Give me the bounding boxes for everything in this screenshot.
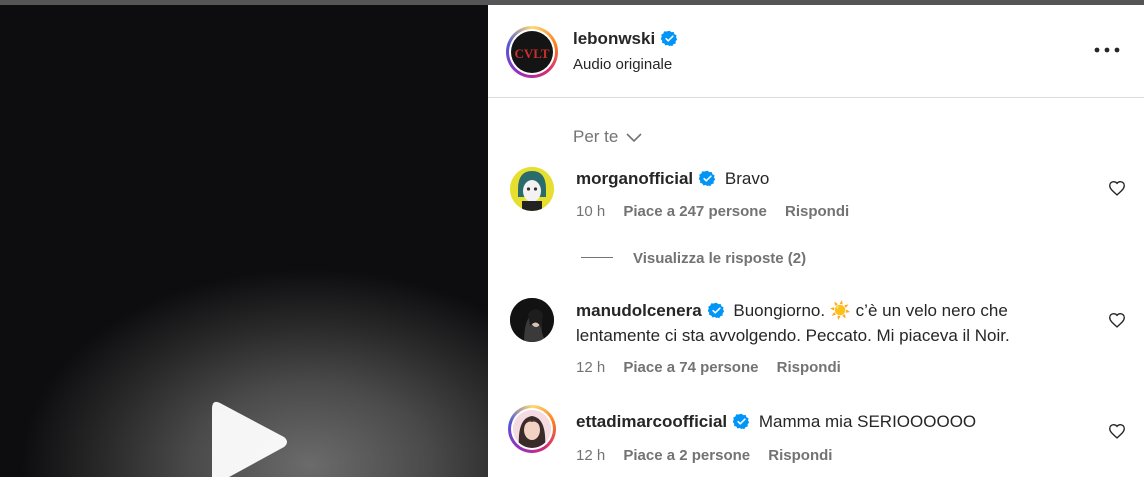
comment-username[interactable]: manudolcenera [576,301,702,320]
verified-badge-icon [661,30,678,47]
comments-panel: CVLT lebonwski Audio originale Per te mo… [488,5,1144,477]
comment-avatar[interactable] [510,298,554,342]
comment-time: 12 h [576,447,606,464]
play-icon[interactable] [208,397,292,477]
header-avatar[interactable]: CVLT [506,26,558,78]
cvlt-logo-icon: CVLT [515,46,550,61]
reply-button[interactable]: Rispondi [777,359,841,376]
comment-text: Bravo [724,169,770,188]
comment-time: 12 h [576,359,606,376]
replies-divider [581,257,613,258]
comment-time: 10 h [576,203,606,220]
comment-avatar[interactable] [508,405,556,453]
comment-likes[interactable]: Piace a 2 persone [623,447,750,464]
comment-username[interactable]: ettadimarcoofficial [576,412,727,431]
sort-dropdown[interactable]: Per te [573,127,643,147]
more-options-icon[interactable] [1094,45,1120,55]
post-header: CVLT lebonwski Audio originale [488,5,1144,98]
video-player[interactable] [0,5,488,477]
verified-badge-icon [699,170,716,187]
view-replies-button[interactable]: Visualizza le risposte (2) [581,250,806,267]
verified-badge-icon [707,302,724,319]
sort-label: Per te [573,127,619,146]
chevron-down-icon [626,133,642,143]
header-subtitle[interactable]: Audio originale [573,56,672,73]
verified-badge-icon [733,413,750,430]
comment-avatar[interactable] [510,167,554,211]
svg-text:CVLT: CVLT [515,46,550,61]
comment-likes[interactable]: Piace a 74 persone [623,359,758,376]
reply-button[interactable]: Rispondi [768,447,832,464]
like-heart-icon[interactable] [1108,312,1126,328]
comment-likes[interactable]: Piace a 247 persone [623,203,766,220]
like-heart-icon[interactable] [1108,180,1126,196]
reply-button[interactable]: Rispondi [785,203,849,220]
comment-text: Mamma mia SERIOOOOOO [758,412,977,431]
comment-username[interactable]: morganofficial [576,169,693,188]
header-username[interactable]: lebonwski [573,29,655,48]
like-heart-icon[interactable] [1108,423,1126,439]
view-replies-label: Visualizza le risposte (2) [633,250,807,267]
